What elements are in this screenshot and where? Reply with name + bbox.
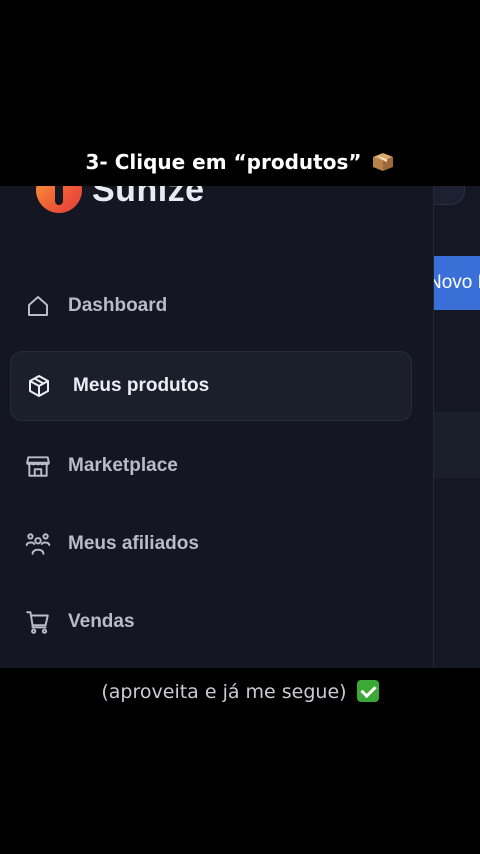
sidebar-item-vendas[interactable]: Vendas [10, 588, 410, 656]
new-product-button[interactable]: Novo Produto [434, 256, 480, 310]
box-icon [25, 372, 53, 400]
app-window: Sunize Dashboard Meus produtos Marketpla… [0, 186, 480, 668]
sidebar-item-label: Meus afiliados [68, 533, 199, 554]
sidebar-item-label: Marketplace [68, 455, 178, 476]
main-content: Novo Produto [434, 186, 480, 668]
sidebar: Sunize Dashboard Meus produtos Marketpla… [0, 186, 434, 668]
content-row [434, 412, 480, 478]
sidebar-item-dashboard[interactable]: Dashboard [10, 272, 410, 340]
sidebar-item-marketplace[interactable]: Marketplace [10, 432, 410, 500]
brand-name: Sunize [92, 186, 205, 209]
sidebar-item-label: Dashboard [68, 295, 168, 316]
caption-top: 3- Clique em “produtos” [0, 150, 480, 174]
cart-icon [24, 608, 52, 636]
sidebar-item-label: Vendas [68, 611, 135, 632]
sunize-logo-icon [36, 186, 82, 213]
caption-bottom-text: (aproveita e já me segue) [101, 681, 347, 703]
package-emoji-icon [373, 153, 394, 171]
caption-top-text: 3- Clique em “produtos” [85, 150, 362, 174]
header-control[interactable] [434, 186, 465, 205]
sidebar-item-label: Meus produtos [73, 375, 210, 396]
store-icon [24, 452, 52, 480]
brand-logo[interactable]: Sunize [36, 186, 205, 213]
users-icon [24, 530, 52, 558]
sidebar-item-meus-afiliados[interactable]: Meus afiliados [10, 510, 410, 578]
check-mark-icon [356, 680, 379, 702]
home-icon [24, 292, 52, 320]
new-product-button-label: Novo Produto [434, 272, 480, 293]
caption-bottom: (aproveita e já me segue) [0, 680, 480, 703]
sidebar-item-meus-produtos[interactable]: Meus produtos [10, 351, 412, 421]
